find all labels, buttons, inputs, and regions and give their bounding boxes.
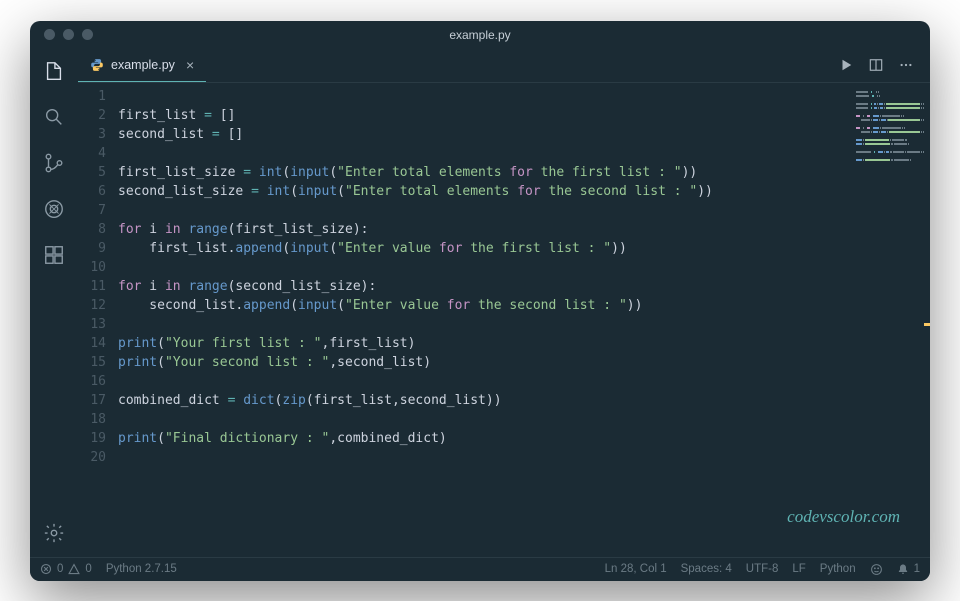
python-file-icon <box>90 58 104 72</box>
explorer-icon[interactable] <box>42 59 66 83</box>
editor-main: example.py × 123456789101112131415161718… <box>78 49 930 557</box>
error-count: 0 <box>57 563 63 575</box>
more-actions-icon[interactable] <box>898 57 914 73</box>
settings-gear-icon[interactable] <box>42 521 66 545</box>
search-icon[interactable] <box>42 105 66 129</box>
run-icon[interactable] <box>838 57 854 73</box>
split-editor-icon[interactable] <box>868 57 884 73</box>
extensions-icon[interactable] <box>42 243 66 267</box>
window-title: example.py <box>30 28 930 42</box>
status-spaces[interactable]: Spaces: 4 <box>681 563 732 575</box>
status-notifications[interactable]: 1 <box>897 563 920 575</box>
watermark: codevscolor.com <box>787 507 900 527</box>
titlebar: example.py <box>30 21 930 49</box>
tab-filename: example.py <box>111 58 175 72</box>
tab-actions <box>838 49 922 82</box>
bell-icon <box>897 563 909 575</box>
status-bar: 0 0 Python 2.7.15 Ln 28, Col 1 Spaces: 4… <box>30 557 930 581</box>
warning-count: 0 <box>85 563 91 575</box>
warning-icon <box>68 563 80 575</box>
editor-window: example.py <box>30 21 930 581</box>
activity-bar <box>30 49 78 557</box>
status-encoding[interactable]: UTF-8 <box>746 563 779 575</box>
minimap[interactable] <box>850 83 930 557</box>
status-cursor[interactable]: Ln 28, Col 1 <box>605 563 667 575</box>
notification-count: 1 <box>914 563 920 575</box>
close-tab-icon[interactable]: × <box>186 57 194 73</box>
status-language-version[interactable]: Python 2.7.15 <box>106 563 177 575</box>
status-language[interactable]: Python <box>820 563 856 575</box>
source-control-icon[interactable] <box>42 151 66 175</box>
tab-example-py[interactable]: example.py × <box>78 49 206 82</box>
status-problems[interactable]: 0 0 <box>40 563 92 575</box>
error-icon <box>40 563 52 575</box>
editor[interactable]: 1234567891011121314151617181920 first_li… <box>78 83 850 557</box>
status-feedback-icon[interactable] <box>870 563 883 576</box>
debug-icon[interactable] <box>42 197 66 221</box>
tab-bar: example.py × <box>78 49 930 83</box>
editor-area: 1234567891011121314151617181920 first_li… <box>78 83 930 557</box>
line-numbers: 1234567891011121314151617181920 <box>78 87 118 557</box>
code-content[interactable]: first_list = []second_list = [] first_li… <box>118 87 850 557</box>
overview-ruler-marker <box>924 323 930 326</box>
body: example.py × 123456789101112131415161718… <box>30 49 930 557</box>
status-eol[interactable]: LF <box>792 563 805 575</box>
